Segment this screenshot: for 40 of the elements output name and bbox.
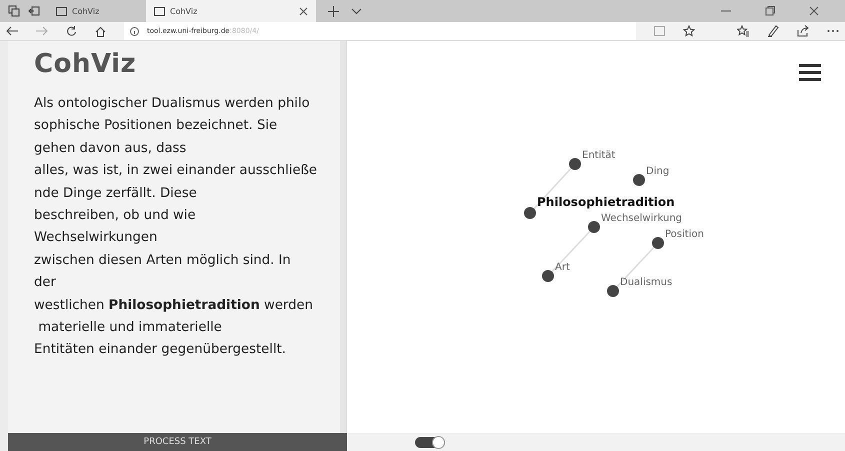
process-text-button[interactable]: PROCESS TEXT <box>8 433 347 451</box>
node-label: Ding <box>646 166 670 177</box>
node-label: Philosophietradition <box>537 195 675 209</box>
page-icon <box>154 6 165 16</box>
refresh-icon[interactable] <box>66 26 77 36</box>
graph-node[interactable] <box>524 207 536 219</box>
share-icon[interactable] <box>797 25 809 37</box>
graph-node[interactable] <box>588 221 600 233</box>
mode-toggle[interactable] <box>415 436 445 448</box>
app-title: CohViz <box>34 49 138 79</box>
close-icon[interactable] <box>299 6 308 16</box>
browser-tab[interactable]: CohViz <box>48 0 118 22</box>
node-label: Dualismus <box>620 277 672 288</box>
maximize-icon[interactable] <box>765 6 775 16</box>
node-label: Position <box>665 229 704 240</box>
tab-back-icon[interactable] <box>28 5 40 17</box>
browser-tab[interactable]: CohViz <box>146 0 316 22</box>
menu-icon[interactable] <box>799 64 821 81</box>
node-label: Entität <box>582 150 616 161</box>
new-tab-icon[interactable] <box>328 6 339 16</box>
pen-icon[interactable] <box>767 25 779 37</box>
graph-node[interactable] <box>607 285 619 297</box>
more-icon[interactable] <box>827 29 839 33</box>
graph-node[interactable] <box>652 237 664 249</box>
graph-node[interactable] <box>542 270 554 282</box>
node-label: Art <box>555 262 570 273</box>
info-icon <box>130 26 139 36</box>
star-icon[interactable] <box>683 25 695 37</box>
tab-list-icon[interactable] <box>8 5 20 17</box>
back-icon[interactable] <box>6 26 18 36</box>
graph-node[interactable] <box>569 158 581 170</box>
chevron-down-icon[interactable] <box>351 8 362 14</box>
close-icon[interactable] <box>809 6 819 16</box>
input-text[interactable]: Als ontologischer Dualismus werden philo sophische Positionen bezeichnet. Sie gehen davon aus, dass alles, was ist, in zwei einander ausschließe nde Dinge zerfällt. Diese beschreiben, ob und wie Wechselwirkungen zwischen diesen Arten möglich sind. In der westlichen Philosophietradition werden materielle und immaterielle Entitäten einander gegenübergestellt. <box>34 93 339 362</box>
favorites-icon[interactable] <box>737 25 749 37</box>
scrollbar[interactable] <box>340 41 346 433</box>
graph-node[interactable] <box>633 174 645 186</box>
home-icon[interactable] <box>95 26 106 36</box>
page-icon <box>56 6 67 16</box>
node-label: Wechselwirkung <box>601 213 682 224</box>
